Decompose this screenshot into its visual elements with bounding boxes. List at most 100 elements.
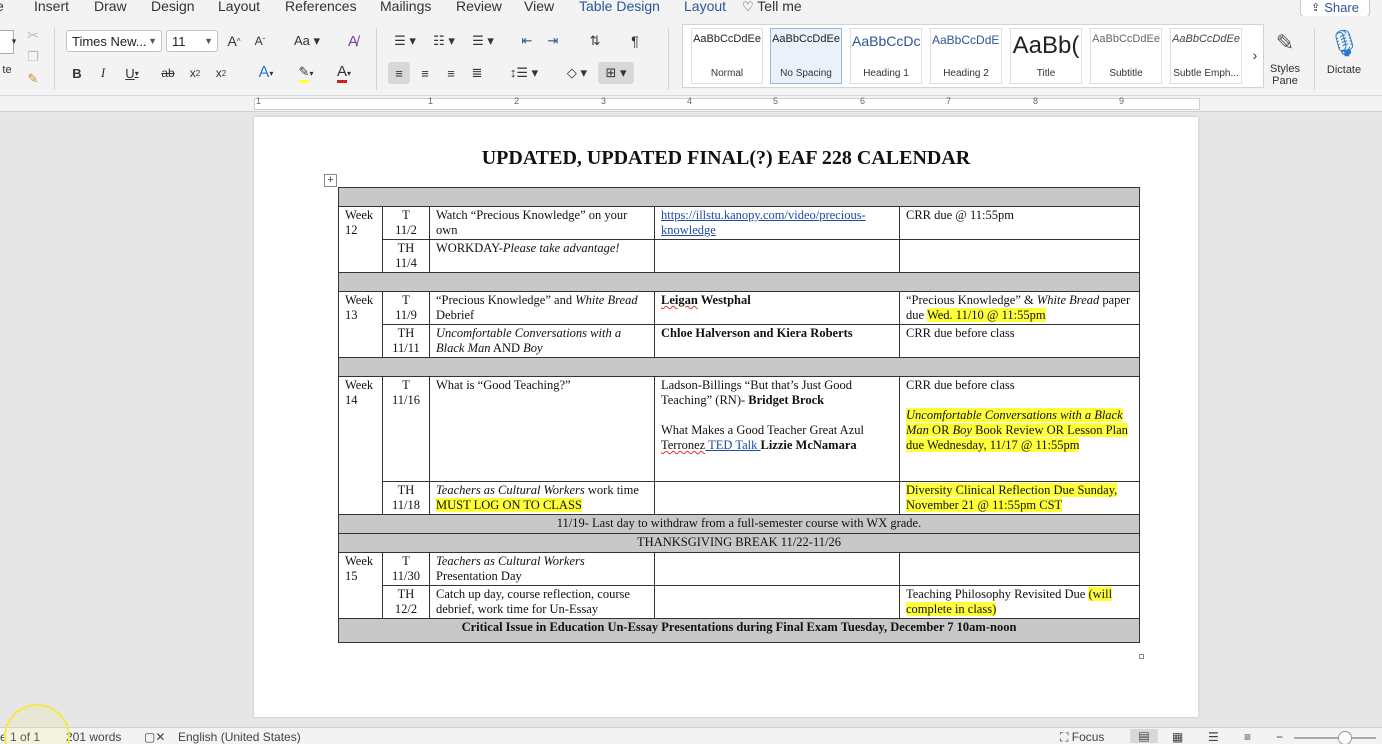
table-resize-handle[interactable] [1139,654,1144,659]
style-no-spacing[interactable]: AaBbCcDdEe No Spacing [770,28,842,84]
week-cell[interactable]: Week 14 [338,376,383,515]
due-cell[interactable] [899,552,1140,586]
tab-design[interactable]: Design [151,0,195,14]
document-page[interactable]: UPDATED, UPDATED FINAL(?) EAF 228 CALEND… [254,117,1198,717]
superscript-button[interactable]: x2 [212,62,230,84]
tab-insert[interactable]: Insert [34,0,69,14]
day-cell[interactable]: TH 11/11 [382,324,430,358]
day-cell[interactable]: TH 12/2 [382,585,430,619]
tab-table-design[interactable]: Table Design [579,0,660,14]
line-spacing-icon[interactable]: ↕☰ ▾ [506,62,542,84]
copy-icon[interactable]: ❐ [24,48,42,66]
topic-cell[interactable]: What is “Good Teaching?” [429,376,655,482]
cut-icon[interactable]: ✂ [24,26,42,44]
topic-cell[interactable]: WORKDAY-Please take advantage! [429,239,655,273]
week-cell[interactable]: Week 13 [338,291,383,358]
reading-cell[interactable] [654,585,900,619]
due-cell[interactable]: Teaching Philosophy Revisited Due (will … [899,585,1140,619]
borders-icon[interactable]: ⊞ ▾ [598,62,634,84]
day-cell[interactable]: T 11/2 [382,206,430,240]
tab-table-layout[interactable]: Layout [684,0,726,14]
day-cell[interactable]: T 11/9 [382,291,430,325]
tab-view[interactable]: View [524,0,554,14]
style-normal[interactable]: AaBbCcDdEe Normal [691,28,763,84]
topic-cell[interactable]: Teachers as Cultural Workers Presentatio… [429,552,655,586]
due-cell[interactable]: Diversity Clinical Reflection Due Sunday… [899,481,1140,515]
font-color-icon[interactable]: A ▾ [328,62,360,84]
numbering-icon[interactable]: ☷ ▾ [426,30,462,52]
shading-icon[interactable]: ◇ ▾ [560,62,594,84]
multilevel-list-icon[interactable]: ☰ ▾ [466,30,500,52]
sort-icon[interactable]: ⇅ [584,30,606,52]
tab-layout[interactable]: Layout [218,0,260,14]
topic-cell[interactable]: Uncomfortable Conversations with a Black… [429,324,655,358]
tab-draw[interactable]: Draw [94,0,127,14]
justify-button[interactable]: ≣ [466,62,488,84]
zoom-slider[interactable] [1294,737,1376,739]
font-name-dropdown[interactable]: Times New... ▼ [66,30,162,52]
reading-cell[interactable] [654,239,900,273]
increase-indent-icon[interactable]: ⇥ [542,30,564,52]
reading-cell[interactable]: Ladson-Billings “But that’s Just Good Te… [654,376,900,482]
final-exam-banner[interactable]: Critical Issue in Education Un-Essay Pre… [338,618,1140,643]
styles-pane-button[interactable]: Styles Pane [1260,62,1310,88]
tell-me[interactable]: ♡ Tell me [742,0,802,15]
day-cell[interactable]: TH 11/4 [382,239,430,273]
text-effects-icon[interactable]: A ▾ [250,62,282,84]
outline-view-icon[interactable]: ☰ [1208,730,1219,744]
day-cell[interactable]: T 11/30 [382,552,430,586]
highlight-color-icon[interactable]: ✎ ▾ [290,62,322,84]
due-cell[interactable] [899,239,1140,273]
style-heading-2[interactable]: AaBbCcDdEe Heading 2 [930,28,1002,84]
horizontal-ruler[interactable]: 1 1 2 3 4 5 6 7 8 9 [0,96,1382,112]
focus-button[interactable]: ⛶ Focus [1060,730,1104,744]
styles-pane-icon[interactable]: ✎ [1266,26,1304,60]
style-subtle-emphasis[interactable]: AaBbCcDdEe Subtle Emph... [1170,28,1242,84]
tab-review[interactable]: Review [456,0,502,14]
ted-talk-link[interactable]: TED Talk [705,438,760,452]
day-cell[interactable]: TH 11/18 [382,481,430,515]
share-button[interactable]: ⇪ Share [1300,0,1370,17]
zoom-slider-knob[interactable] [1338,731,1352,744]
draft-view-icon[interactable]: ≡ [1244,730,1251,744]
topic-cell[interactable]: Teachers as Cultural Workers work time M… [429,481,655,515]
dictate-button[interactable]: Dictate [1322,62,1366,78]
clear-formatting-icon[interactable]: A̸ [342,30,364,52]
reading-cell[interactable] [654,552,900,586]
print-layout-icon[interactable]: ▤ [1130,729,1158,743]
decrease-indent-icon[interactable]: ⇤ [516,30,538,52]
shrink-font-icon[interactable]: Aˇ [250,30,270,52]
table-move-handle[interactable]: + [324,174,337,187]
underline-button[interactable]: U ▾ [118,62,146,84]
show-formatting-icon[interactable]: ¶ [624,30,646,52]
grow-font-icon[interactable]: A ^ [224,30,244,52]
calendar-table[interactable]: Week 12 T 11/2 Watch “Precious Knowledge”… [338,187,1140,643]
tab-references[interactable]: References [285,0,357,14]
topic-cell[interactable]: Catch up day, course reflection, course … [429,585,655,619]
subscript-button[interactable]: x2 [186,62,204,84]
due-cell[interactable]: CRR due before class [899,324,1140,358]
video-link[interactable]: https://illstu.kanopy.com/video/precious… [661,208,866,237]
style-subtitle[interactable]: AaBbCcDdEe Subtitle [1090,28,1162,84]
web-layout-icon[interactable]: ▦ [1172,730,1183,744]
style-title[interactable]: AaBb( Title [1010,28,1082,84]
due-cell[interactable]: CRR due @ 11:55pm [899,206,1140,240]
reading-cell[interactable]: Leigan Westphal [654,291,900,325]
reading-cell[interactable]: https://illstu.kanopy.com/video/precious… [654,206,900,240]
microphone-icon[interactable]: 🎙 [1328,26,1361,60]
bullets-icon[interactable]: ☰ ▾ [388,30,422,52]
reading-cell[interactable] [654,481,900,515]
style-heading-1[interactable]: AaBbCcDc Heading 1 [850,28,922,84]
document-canvas[interactable]: UPDATED, UPDATED FINAL(?) EAF 228 CALEND… [0,113,1382,727]
strikethrough-button[interactable]: ab [158,62,178,84]
topic-cell[interactable]: “Precious Knowledge” and White Bread Deb… [429,291,655,325]
align-center-button[interactable]: ≡ [414,62,436,84]
chevron-down-icon[interactable]: ▾ [8,30,20,52]
font-size-dropdown[interactable]: 11 ▼ [166,30,218,52]
format-painter-icon[interactable]: ✎ [24,70,42,88]
tab-mailings[interactable]: Mailings [380,0,431,14]
week-cell[interactable]: Week 15 [338,552,383,619]
align-right-button[interactable]: ≡ [440,62,462,84]
due-cell[interactable]: “Precious Knowledge” & White Bread paper… [899,291,1140,325]
withdraw-banner[interactable]: 11/19- Last day to withdraw from a full-… [338,514,1140,534]
